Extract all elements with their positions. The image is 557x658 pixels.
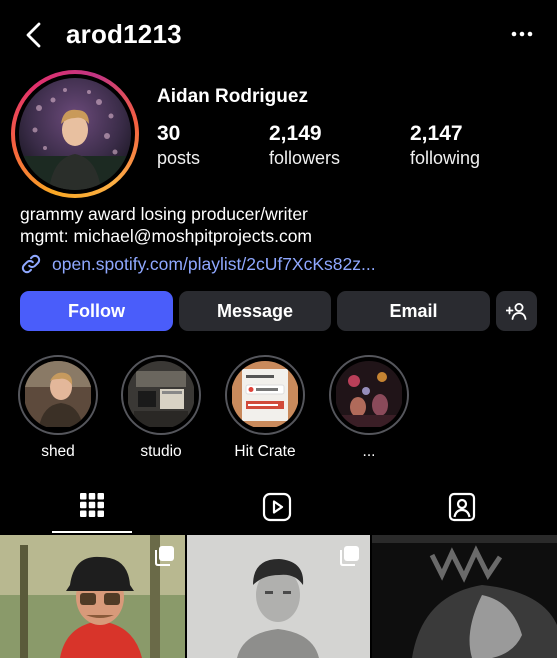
more-options-button[interactable] [509,24,535,44]
post-thumbnail[interactable] [0,535,185,658]
chevron-left-icon [26,22,41,48]
grid-icon [80,493,104,517]
highlight-hit-crate[interactable]: Hit Crate [225,355,305,461]
highlight-cover [24,361,92,429]
back-button[interactable] [22,20,48,50]
profile-bio: grammy award losing producer/writer mgmt… [20,203,312,247]
reels-icon [262,492,292,522]
highlight-cover [127,361,195,429]
highlight-label: studio [140,443,182,460]
stat-following[interactable]: 2,147 following [410,122,480,169]
post-thumbnail[interactable] [372,535,557,658]
tab-reels[interactable] [237,486,317,534]
bio-line: grammy award losing producer/writer [20,204,308,224]
highlight-cover [231,361,299,429]
email-button[interactable]: Email [337,291,490,331]
profile-link-text: open.spotify.com/playlist/2cUf7XcKs82z..… [52,253,376,274]
top-bar: arod1213 [0,0,557,70]
posts-grid [0,535,557,658]
profile-full-name: Aidan Rodriguez [157,86,308,107]
highlight-label: ... [362,443,376,460]
highlight-ring [121,355,201,435]
avatar [19,78,131,190]
highlight-shed[interactable]: shed [18,355,98,461]
story-ring[interactable] [11,70,139,198]
post-thumbnail[interactable] [187,535,370,658]
stat-following-count: 2,147 [410,122,463,145]
stat-posts[interactable]: 30 posts [157,122,200,169]
more-horizontal-icon [511,31,533,37]
active-tab-indicator [52,531,132,533]
highlight-ring [225,355,305,435]
stat-posts-count: 30 [157,122,181,145]
bio-line: mgmt: michael@moshpitprojects.com [20,226,313,246]
tab-posts-grid[interactable] [52,486,132,534]
highlight-ring [18,355,98,435]
profile-link[interactable]: open.spotify.com/playlist/2cUf7XcKs82z..… [20,252,376,276]
highlight-label: shed [41,443,75,460]
highlight-studio[interactable]: studio [121,355,201,461]
stat-followers-label: followers [269,148,341,168]
profile-username: arod1213 [66,19,182,49]
tab-tagged[interactable] [422,486,502,534]
stat-followers-count: 2,149 [269,122,322,145]
stat-posts-label: posts [157,148,201,168]
highlight-cover [335,361,403,429]
highlight-ring [329,355,409,435]
multiple-photos-icon [155,546,174,566]
add-person-icon [505,303,526,320]
highlight-label: Hit Crate [234,443,296,460]
tagged-person-icon [448,492,476,522]
stat-followers[interactable]: 2,149 followers [269,122,340,169]
message-button[interactable]: Message [179,291,331,331]
follow-button[interactable]: Follow [20,291,173,331]
stat-following-label: following [410,148,481,168]
multiple-photos-icon [340,546,359,566]
suggested-users-button[interactable] [496,291,537,331]
link-icon [21,254,41,274]
highlight-more[interactable]: ... [329,355,409,461]
profile-tabs [0,486,557,534]
